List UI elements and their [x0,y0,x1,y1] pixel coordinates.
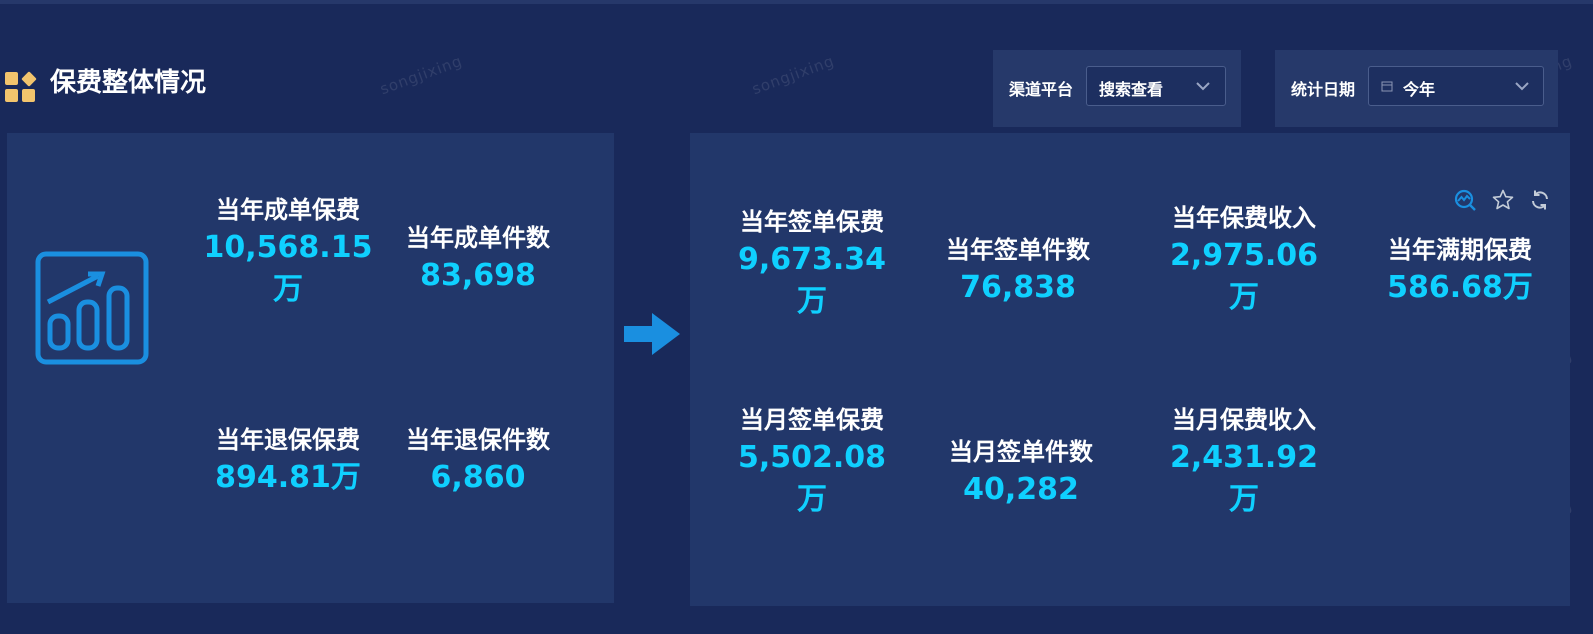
metric-value: 83,698 [420,258,536,293]
channel-select-value: 搜索查看 [1099,80,1164,99]
metric-monthly-signed-count: 当月签单件数 40,282 [936,435,1106,511]
right-summary-panel: 当年签单保费 9,673.34 万 当年签单件数 76,838 当年保费收入 2… [690,133,1570,606]
star-icon[interactable] [1491,188,1515,212]
metric-value: 10,568.15 [203,230,373,265]
metric-value: 2,975.06 [1169,238,1319,273]
calendar-icon [1381,81,1393,92]
metric-unit: 万 [1229,280,1259,315]
metric-label: 当年签单件数 [946,236,1090,264]
metric-value: 6,860 [430,460,526,495]
metric-label: 当年退保件数 [406,426,550,454]
chevron-down-icon [1196,82,1210,91]
channel-filter: 渠道平台 搜索查看 [993,50,1241,127]
date-filter-label: 统计日期 [1291,80,1356,99]
date-filter: 统计日期 今年 [1275,50,1558,127]
bar-chart-icon [35,251,149,365]
metric-label: 当年成单保费 [216,196,360,224]
metric-monthly-premium-income: 当月保费收入 2,431.92 万 [1159,403,1329,521]
metric-annual-surrender-premium: 当年退保保费 894.81万 [203,423,373,499]
top-divider [0,0,1593,4]
grid-icon [5,71,37,102]
left-summary-panel: 当年成单保费 10,568.15 万 当年成单件数 83,698 当年退保保费 … [7,133,614,603]
metric-annual-premium-income: 当年保费收入 2,975.06 万 [1159,201,1329,319]
metric-label: 当年签单保费 [740,208,884,236]
watermark: songjixing [749,51,837,99]
metric-unit: 万 [1229,482,1259,517]
channel-filter-label: 渠道平台 [1009,80,1074,99]
analysis-icon[interactable] [1453,188,1477,212]
watermark: songjixing [377,51,465,99]
metric-value: 40,282 [963,472,1079,507]
metric-value: 586.68万 [1387,270,1533,305]
metric-monthly-signed-premium: 当月签单保费 5,502.08 万 [727,403,897,521]
date-select[interactable]: 今年 [1368,66,1544,106]
arrow-right-icon [624,313,680,355]
metric-unit: 万 [273,272,303,307]
chevron-down-icon [1515,82,1529,91]
metric-annual-earned-premium: 当年满期保费 586.68万 [1375,233,1545,309]
metric-value: 76,838 [960,270,1076,305]
metric-value: 894.81万 [215,460,361,495]
metric-unit: 万 [797,482,827,517]
date-select-value: 今年 [1403,80,1436,99]
metric-label: 当月保费收入 [1172,406,1316,434]
refresh-icon[interactable] [1528,188,1552,212]
metric-annual-deal-count: 当年成单件数 83,698 [393,221,563,297]
metric-label: 当年满期保费 [1388,236,1532,264]
section-title: 保费整体情况 [50,68,207,98]
metric-value: 9,673.34 [737,242,887,277]
channel-select[interactable]: 搜索查看 [1086,66,1226,106]
metric-label: 当年成单件数 [406,224,550,252]
metric-label: 当月签单保费 [740,406,884,434]
metric-unit: 万 [797,284,827,319]
metric-label: 当年退保保费 [216,426,360,454]
metric-annual-signed-count: 当年签单件数 76,838 [933,233,1103,309]
metric-annual-signed-premium: 当年签单保费 9,673.34 万 [727,205,897,323]
metric-annual-surrender-count: 当年退保件数 6,860 [393,423,563,499]
metric-value: 5,502.08 [737,440,887,475]
metric-annual-deal-premium: 当年成单保费 10,568.15 万 [203,193,373,311]
metric-label: 当月签单件数 [949,438,1093,466]
metric-label: 当年保费收入 [1172,204,1316,232]
metric-value: 2,431.92 [1169,440,1319,475]
